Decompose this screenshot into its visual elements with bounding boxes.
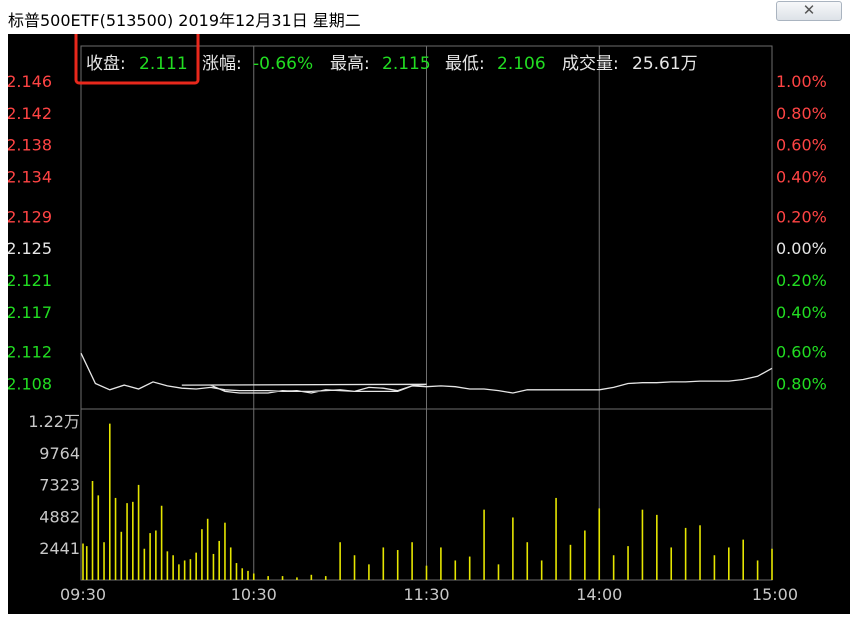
title-bar[interactable]: 标普500ETF(513500) 2019年12月31日 星期二 ✕: [0, 0, 857, 34]
low-label: 最低:: [445, 54, 485, 74]
close-label: 收盘:: [86, 54, 126, 74]
close-icon: ✕: [802, 1, 816, 19]
price-tick-label: 2.117: [8, 303, 52, 322]
intraday-chart: 收盘: 2.111 涨幅: -0.66% 最高: 2.115 最低: 2.106…: [8, 34, 827, 604]
percent-tick-label: 0.20%: [776, 207, 827, 226]
time-tick-label: 09:30: [60, 585, 106, 604]
price-tick-label: 2.112: [8, 343, 52, 362]
high-value: 2.115: [382, 54, 431, 74]
change-value: -0.66%: [253, 54, 313, 74]
price-tick-label: 2.121: [8, 271, 52, 290]
percent-tick-label: 1.00%: [776, 72, 827, 91]
price-axis-left: 2.146 2.142 2.138 2.134 2.129 2.125 2.121 2.117…: [8, 72, 52, 393]
chart-grid: [80, 45, 773, 581]
price-tick-label: 2.134: [8, 168, 52, 187]
percent-axis-right: 1.00% 0.80% 0.60% 0.40% 0.20% 0.00% 0.20% 0.40%…: [776, 72, 827, 393]
volume-tick-label: 1.22万: [28, 412, 80, 431]
change-label: 涨幅:: [202, 54, 242, 74]
percent-tick-label: 0.40%: [776, 303, 827, 322]
percent-tick-label: 0.40%: [776, 168, 827, 187]
percent-tick-label: 0.20%: [776, 271, 827, 290]
time-axis: 09:30 10:30 11:30 14:00 15:00: [60, 585, 798, 604]
percent-tick-label: 0.60%: [776, 136, 827, 155]
price-tick-label: 2.146: [8, 72, 52, 91]
close-value: 2.111: [139, 54, 188, 74]
price-tick-label: 2.138: [8, 136, 52, 155]
price-tick-label: 2.142: [8, 104, 52, 123]
close-button[interactable]: ✕: [776, 1, 842, 21]
time-tick-label: 10:30: [231, 585, 277, 604]
time-tick-label: 14:00: [576, 585, 622, 604]
price-tick-label: 2.108: [8, 374, 52, 393]
percent-tick-label: 0.80%: [776, 374, 827, 393]
chart-frame: 收盘: 2.111 涨幅: -0.66% 最高: 2.115 最低: 2.106…: [8, 34, 850, 614]
percent-tick-label: 0.60%: [776, 343, 827, 362]
volume-axis: 1.22万 9764 7323 4882 2441: [28, 412, 80, 558]
volume-tick-label: 2441: [39, 539, 80, 558]
volume-tick-label: 9764: [39, 444, 80, 463]
volume-tick-label: 4882: [39, 507, 80, 526]
percent-tick-label: 0.00%: [776, 239, 827, 258]
high-label: 最高:: [330, 54, 370, 74]
time-tick-label: 15:00: [752, 585, 798, 604]
time-tick-label: 11:30: [403, 585, 449, 604]
window-title: 标普500ETF(513500) 2019年12月31日 星期二: [8, 11, 361, 30]
volume-value: 25.61万: [632, 54, 698, 74]
price-tick-label: 2.125: [8, 239, 52, 258]
volume-label: 成交量:: [562, 54, 619, 74]
price-tick-label: 2.129: [8, 207, 52, 226]
volume-bars: [82, 423, 773, 580]
volume-tick-label: 7323: [39, 476, 80, 495]
low-value: 2.106: [497, 54, 546, 74]
percent-tick-label: 0.80%: [776, 104, 827, 123]
info-bar: 收盘: 2.111 涨幅: -0.66% 最高: 2.115 最低: 2.106…: [86, 54, 698, 74]
